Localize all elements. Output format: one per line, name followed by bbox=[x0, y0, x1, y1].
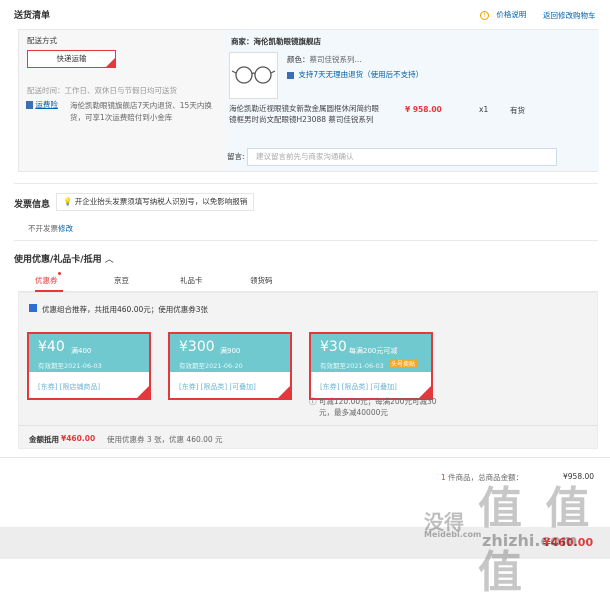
discount-tabs: 优惠券 京豆 礼品卡 领货码 bbox=[18, 272, 598, 292]
yunfei-badge[interactable]: 运费险 bbox=[26, 99, 58, 110]
discount-total-value: ¥460.00 bbox=[61, 434, 96, 443]
price-note-label: 价格说明 bbox=[496, 10, 527, 19]
return-policy: 支持7天无理由退货（使用后不支持） bbox=[287, 69, 423, 80]
yunfei-text: 海伦凯勒眼镜旗舰店7天内退货、15天内换 货，可享1次运费赔付到小金库 bbox=[70, 100, 212, 124]
yunfei-badge-label: 运费险 bbox=[35, 100, 58, 109]
coupon-card[interactable]: ¥300 满900 有效期至2021-06-20 [东券] [限品类] [可叠加… bbox=[168, 332, 292, 400]
delivery-method-label: 配送方式 bbox=[27, 36, 57, 45]
back-to-cart-link[interactable]: 返回修改购物车 bbox=[543, 10, 596, 21]
return-policy-label: 支持7天无理由退货（使用后不支持） bbox=[298, 70, 424, 79]
selected-corner-icon bbox=[137, 386, 149, 398]
coupon-note: ⓘ 可减120.00元；每满200元可减30 元，最多减40000元 bbox=[309, 396, 437, 418]
new-dot-icon bbox=[57, 272, 61, 275]
glasses-icon bbox=[231, 66, 276, 84]
coupon-face: ¥30 每满200元可减 有效期至2021-06-03 头号卖贴 bbox=[311, 334, 431, 372]
product-name-link[interactable]: 海伦凯勒近视眼镜女新款金属圆框休闲简约眼 镜框男时尚文配眼镜H23088 蔡司佳… bbox=[229, 103, 379, 125]
coupon-tags: [东券] [限品类] [可叠加] bbox=[179, 383, 256, 391]
invoice-tip-text: 开企业抬头发票须填写纳税人识别号，以免影响报销 bbox=[74, 197, 248, 206]
delivery-time: 配送时间：工作日、双休日与节假日均可送货 bbox=[27, 86, 177, 95]
chevron-up-icon: ︿ bbox=[104, 255, 114, 265]
tab-coupons[interactable]: 优惠券 bbox=[35, 272, 63, 292]
coupon-badge: 头号卖贴 bbox=[389, 359, 418, 368]
yunfei-text-line1: 海伦凯勒眼镜旗舰店7天内退货、15天内换 bbox=[70, 101, 212, 110]
coupon-note-line1: ⓘ 可减120.00元；每满200元可减30 bbox=[309, 397, 437, 406]
product-color-label: 颜色： bbox=[287, 55, 310, 64]
shipping-list-title: 送货清单 bbox=[14, 11, 51, 21]
combo-text: 优惠组合推荐，共抵用460.00元；使用优惠券3张 bbox=[42, 305, 209, 314]
remark-input[interactable]: 建议留言前先与商家沟通确认 bbox=[247, 148, 557, 166]
price-note-link[interactable]: ! 价格说明 bbox=[480, 9, 526, 20]
coupon-tags: [东券] [限品类] [可叠加] bbox=[320, 383, 397, 391]
tab-gift-card[interactable]: 礼品卡 bbox=[180, 272, 203, 292]
coupon-validity: 有效期至2021-06-03 bbox=[38, 362, 102, 370]
coupon-card[interactable]: ¥40 满400 有效期至2021-06-03 [东券] [限店铺商品] bbox=[27, 332, 151, 400]
divider bbox=[19, 425, 597, 426]
delivery-method-option[interactable]: 快递运输 bbox=[27, 50, 116, 68]
selected-corner-icon bbox=[278, 386, 290, 398]
shipping-box: 配送方式 快递运输 配送时间：工作日、双休日与节假日均可送货 运费险 海伦凯勒眼… bbox=[18, 29, 599, 172]
coupon-amount: ¥300 bbox=[179, 339, 215, 355]
watermark-url: Meidebi.com bbox=[424, 530, 482, 539]
coupon-panel: 优惠组合推荐，共抵用460.00元；使用优惠券3张 ¥40 满400 有效期至2… bbox=[18, 292, 598, 449]
coupon-validity: 有效期至2021-06-03 bbox=[320, 362, 384, 370]
seller-panel: 商家：海伦凯勒眼镜旗舰店 颜色：蔡司佳锐系列... 支持7天无理由退货（使用后不… bbox=[225, 30, 599, 171]
lightbulb-icon: 💡 bbox=[63, 197, 73, 206]
summary-count-number: 1 bbox=[441, 473, 446, 482]
divider bbox=[0, 457, 610, 458]
invoice-title: 发票信息 bbox=[14, 200, 51, 210]
divider bbox=[14, 240, 598, 241]
product-color: 颜色：蔡司佳锐系列... bbox=[287, 54, 362, 65]
coupon-condition: 满400 bbox=[71, 347, 92, 355]
invoice-tip: 💡 开企业抬头发票须填写纳税人识别号，以免影响报销 bbox=[56, 193, 255, 211]
watermark-site: zhizhi.com bbox=[482, 531, 578, 550]
discount-total-detail: 使用优惠券 3 张，优惠 460.00 元 bbox=[107, 435, 223, 444]
product-name-line2: 镜框男时尚文配眼镜H23088 蔡司佳锐系列 bbox=[229, 115, 374, 124]
tab-redeem-code[interactable]: 领货码 bbox=[250, 272, 273, 292]
coupon-tags: [东券] [限店铺商品] bbox=[38, 383, 101, 391]
remark-label: 留言: bbox=[227, 152, 245, 161]
discount-title[interactable]: 使用优惠/礼品卡/抵用 ︿ bbox=[14, 252, 114, 265]
coupon-condition: 满900 bbox=[220, 347, 241, 355]
product-image[interactable] bbox=[229, 52, 278, 99]
discount-title-text: 使用优惠/礼品卡/抵用 bbox=[14, 255, 102, 265]
coupon-amount: ¥30 bbox=[320, 339, 347, 355]
return-icon bbox=[287, 71, 294, 79]
invoice-status: 不开发票 bbox=[28, 224, 58, 233]
tab-jingdou[interactable]: 京豆 bbox=[114, 272, 129, 292]
coupon-validity: 有效期至2021-06-20 bbox=[179, 362, 243, 370]
yunfei-icon bbox=[26, 101, 33, 109]
coupon-card[interactable]: ¥30 每满200元可减 有效期至2021-06-03 头号卖贴 [东券] [限… bbox=[309, 332, 433, 400]
coupon-amount: ¥40 bbox=[38, 339, 65, 355]
divider bbox=[14, 183, 598, 184]
selected-corner-icon bbox=[106, 58, 115, 67]
seller-name: 商家：海伦凯勒眼镜旗舰店 bbox=[231, 37, 321, 46]
product-stock: 有货 bbox=[510, 106, 525, 115]
yunfei-text-line2: 货，可享1次运费赔付到小金库 bbox=[70, 113, 173, 122]
combo-checkbox[interactable] bbox=[29, 304, 37, 312]
info-icon: ! bbox=[480, 10, 489, 20]
product-qty: x1 bbox=[479, 105, 489, 114]
delivery-method-value: 快递运输 bbox=[56, 54, 87, 63]
coupon-face: ¥300 满900 有效期至2021-06-20 bbox=[170, 334, 290, 372]
product-color-value: 蔡司佳锐系列... bbox=[309, 55, 362, 64]
product-price: ¥ 958.00 bbox=[405, 105, 442, 114]
coupon-note-line2: 元，最多减40000元 bbox=[319, 408, 388, 417]
tab-coupons-label: 优惠券 bbox=[35, 276, 58, 285]
discount-total-label: 金额抵用 bbox=[29, 435, 59, 444]
invoice-edit-link[interactable]: 修改 bbox=[58, 223, 73, 234]
coupon-condition: 每满200元可减 bbox=[349, 347, 398, 355]
coupon-face: ¥40 满400 有效期至2021-06-03 bbox=[29, 334, 149, 372]
product-name-line1: 海伦凯勒近视眼镜女新款金属圆框休闲简约眼 bbox=[229, 104, 379, 113]
